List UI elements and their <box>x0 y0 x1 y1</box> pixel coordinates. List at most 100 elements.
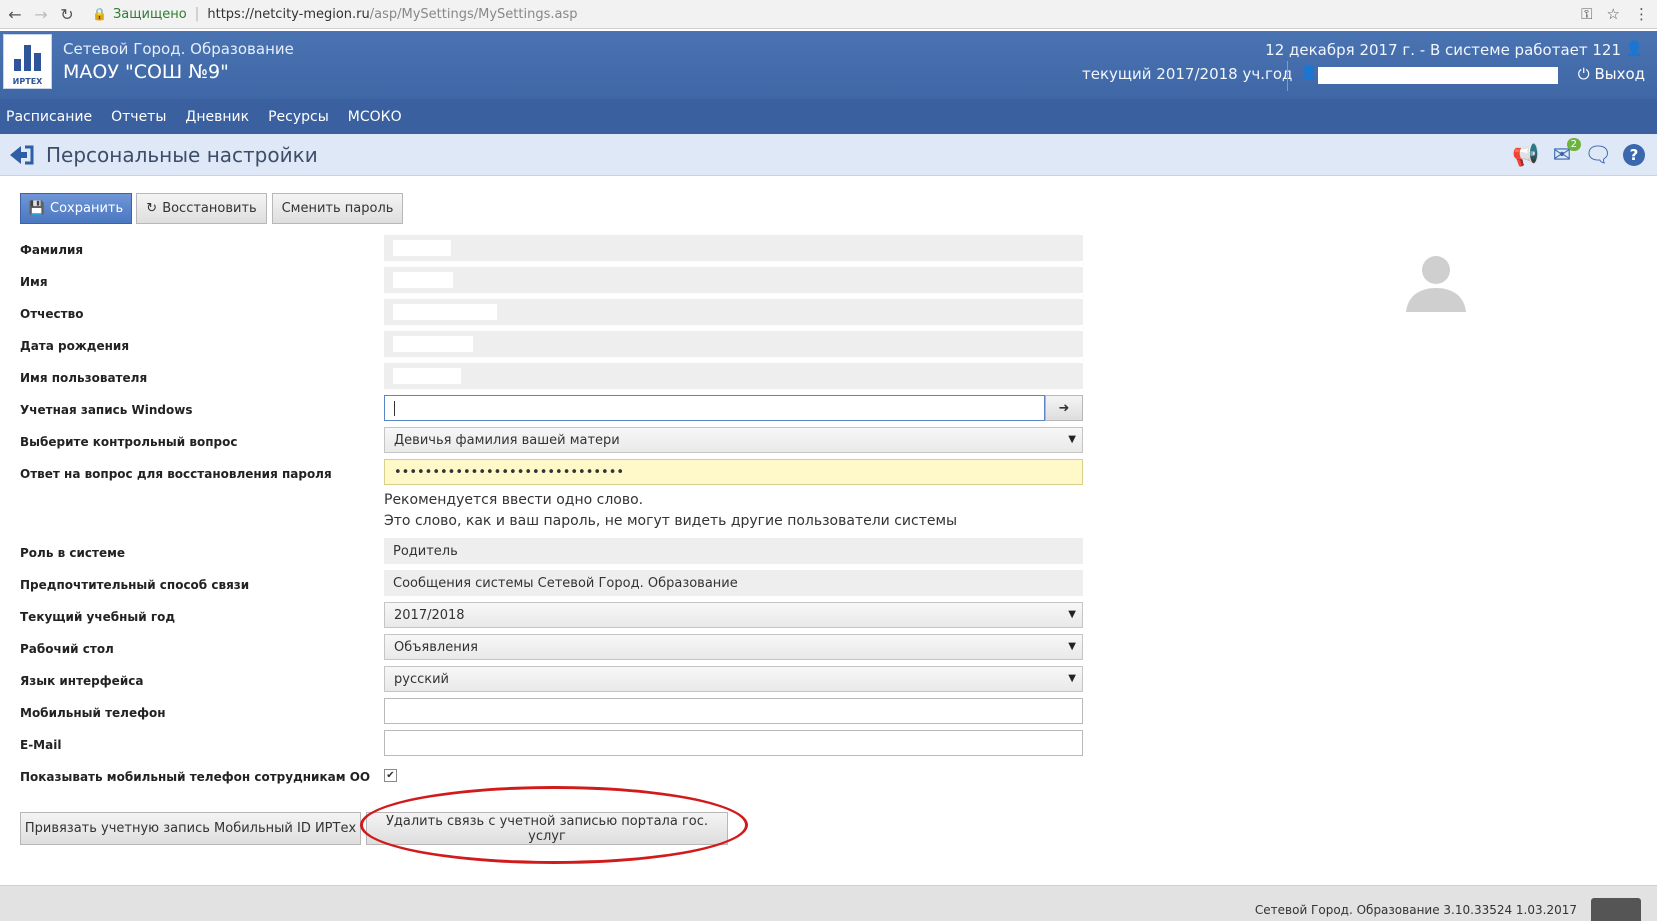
forward-arrow-icon[interactable]: → <box>30 5 52 24</box>
role-label: Роль в системе <box>20 546 126 560</box>
bookmark-star-icon[interactable]: ☆ <box>1607 5 1620 23</box>
redacted-username <box>393 368 461 384</box>
surname-field <box>384 235 1083 261</box>
url-host: https://netcity-megion.ru <box>207 6 370 22</box>
contact-method-label: Предпочтительный способ связи <box>20 578 250 592</box>
email-input[interactable] <box>384 730 1083 756</box>
back-icon[interactable] <box>7 143 35 167</box>
windows-account-label: Учетная запись Windows <box>20 403 193 417</box>
redacted-patronymic <box>393 304 497 320</box>
name-field <box>384 267 1083 293</box>
current-user-name[interactable] <box>1318 67 1558 84</box>
dropdown-arrow-icon: ▼ <box>1068 641 1076 652</box>
version-info: Сетевой Город. Образование 3.10.33524 1.… <box>1254 903 1577 917</box>
birthdate-label: Дата рождения <box>20 339 130 353</box>
dropdown-arrow-icon: ▼ <box>1068 609 1076 620</box>
date-status: 12 декабря 2017 г. - В системе работает … <box>1265 41 1621 59</box>
school-year-label: Текущий учебный год <box>20 610 176 624</box>
answer-value: •••••••••••••••••••••••••••••• <box>394 464 625 480</box>
bind-mobile-id-label: Привязать учетную запись Мобильный ID ИР… <box>24 821 357 836</box>
dropdown-arrow-icon: ▼ <box>1068 673 1076 684</box>
hint-line-1: Рекомендуется ввести одно слово. <box>384 492 644 508</box>
redacted-name <box>393 272 453 288</box>
unlink-gosuslugi-label: Удалить связь с учетной записью портала … <box>385 813 709 844</box>
redacted-surname <box>393 240 451 256</box>
bind-mobile-id-button[interactable]: Привязать учетную запись Мобильный ID ИР… <box>20 812 361 845</box>
show-phone-label: Показывать мобильный телефон сотрудникам… <box>20 770 371 784</box>
address-bar[interactable]: https://netcity-megion.ru/asp/MySettings… <box>207 7 577 22</box>
app-header: ИРТЕХ Сетевой Город. Образование МАОУ "С… <box>0 31 1657 99</box>
windows-account-input[interactable] <box>384 395 1045 421</box>
change-password-button[interactable]: Сменить пароль <box>272 193 403 224</box>
save-label: Сохранить <box>50 201 124 216</box>
change-password-label: Сменить пароль <box>281 201 394 216</box>
school-year-select[interactable]: 2017/2018 ▼ <box>384 602 1083 628</box>
header-divider <box>1287 61 1288 91</box>
desktop-select[interactable]: Объявления ▼ <box>384 634 1083 660</box>
answer-label: Ответ на вопрос для восстановления парол… <box>20 467 332 481</box>
school-year[interactable]: текущий 2017/2018 уч.год <box>1082 65 1292 83</box>
reload-icon[interactable]: ↻ <box>56 5 78 24</box>
restore-label: Восстановить <box>162 201 257 216</box>
desktop-value: Объявления <box>394 639 478 655</box>
windows-login-button[interactable]: ➜ <box>1045 395 1083 421</box>
key-icon[interactable]: ⚿ <box>1581 5 1592 23</box>
hint-line-2: Это слово, как и ваш пароль, не могут ви… <box>384 513 958 529</box>
online-users-icon: 👤 <box>1625 41 1643 57</box>
surname-label: Фамилия <box>20 243 84 257</box>
back-arrow-icon[interactable]: ← <box>4 5 26 24</box>
patronymic-field <box>384 299 1083 325</box>
logo-text: ИРТЕХ <box>12 77 43 86</box>
redacted-birthdate <box>393 336 473 352</box>
menu-item-resources[interactable]: Ресурсы <box>268 109 329 125</box>
answer-input[interactable]: •••••••••••••••••••••••••••••• <box>384 459 1083 485</box>
main-menu: Расписание Отчеты Дневник Ресурсы МСОКО <box>0 99 1657 134</box>
save-button[interactable]: 💾 Сохранить <box>20 193 132 224</box>
logout-button[interactable]: ⏻ Выход <box>1578 65 1645 83</box>
dropdown-arrow-icon: ▼ <box>1068 434 1076 445</box>
role-field: Родитель <box>384 538 1083 564</box>
restore-button[interactable]: ↻ Восстановить <box>136 193 267 224</box>
security-question-label: Выберите контрольный вопрос <box>20 435 238 449</box>
school-name: МАОУ "СОШ №9" <box>63 61 229 83</box>
language-label: Язык интерфейса <box>20 674 144 688</box>
mail-icon[interactable]: ✉ 2 <box>1549 138 1581 168</box>
url-separator: | <box>194 6 200 22</box>
power-icon: ⏻ <box>1577 65 1590 83</box>
scroll-top-button[interactable] <box>1591 898 1641 921</box>
contact-method-field: Сообщения системы Сетевой Город. Образов… <box>384 570 1083 596</box>
help-icon[interactable]: ? <box>1621 143 1647 167</box>
page-title: Персональные настройки <box>46 143 318 167</box>
text-cursor <box>394 400 395 416</box>
email-label: E-Mail <box>20 738 62 752</box>
mobile-phone-input[interactable] <box>384 698 1083 724</box>
url-path: /asp/MySettings/MySettings.asp <box>369 6 578 22</box>
announcements-icon[interactable]: 📢 <box>1512 143 1539 168</box>
browser-menu-icon[interactable]: ⋮ <box>1634 5 1649 23</box>
irtech-logo[interactable]: ИРТЕХ <box>3 34 52 89</box>
unlink-gosuslugi-button[interactable]: Удалить связь с учетной записью портала … <box>366 812 728 845</box>
show-phone-checkbox[interactable]: ✔ <box>384 769 397 782</box>
lock-icon: 🔒 <box>92 7 107 21</box>
security-question-select[interactable]: Девичья фамилия вашей матери ▼ <box>384 427 1083 453</box>
menu-item-reports[interactable]: Отчеты <box>111 109 166 125</box>
refresh-icon: ↻ <box>146 201 158 216</box>
avatar-placeholder-icon[interactable] <box>1404 250 1468 314</box>
menu-item-msoko[interactable]: МСОКО <box>348 109 402 125</box>
menu-item-schedule[interactable]: Расписание <box>6 109 92 125</box>
user-icon: 👤 <box>1300 65 1318 81</box>
page-footer: Сетевой Город. Образование 3.10.33524 1.… <box>0 885 1657 921</box>
name-label: Имя <box>20 275 48 289</box>
language-select[interactable]: русский ▼ <box>384 666 1083 692</box>
browser-toolbar: ← → ↻ 🔒 Защищено | https://netcity-megio… <box>0 0 1657 29</box>
mobile-phone-label: Мобильный телефон <box>20 706 166 720</box>
username-label: Имя пользователя <box>20 371 148 385</box>
secure-label: Защищено <box>112 6 187 22</box>
language-value: русский <box>394 671 449 687</box>
school-year-value: 2017/2018 <box>394 607 465 623</box>
chat-icon[interactable]: 🗨 <box>1584 143 1612 168</box>
menu-item-diary[interactable]: Дневник <box>185 109 249 125</box>
birthdate-field <box>384 331 1083 357</box>
username-field <box>384 363 1083 389</box>
desktop-label: Рабочий стол <box>20 642 114 656</box>
